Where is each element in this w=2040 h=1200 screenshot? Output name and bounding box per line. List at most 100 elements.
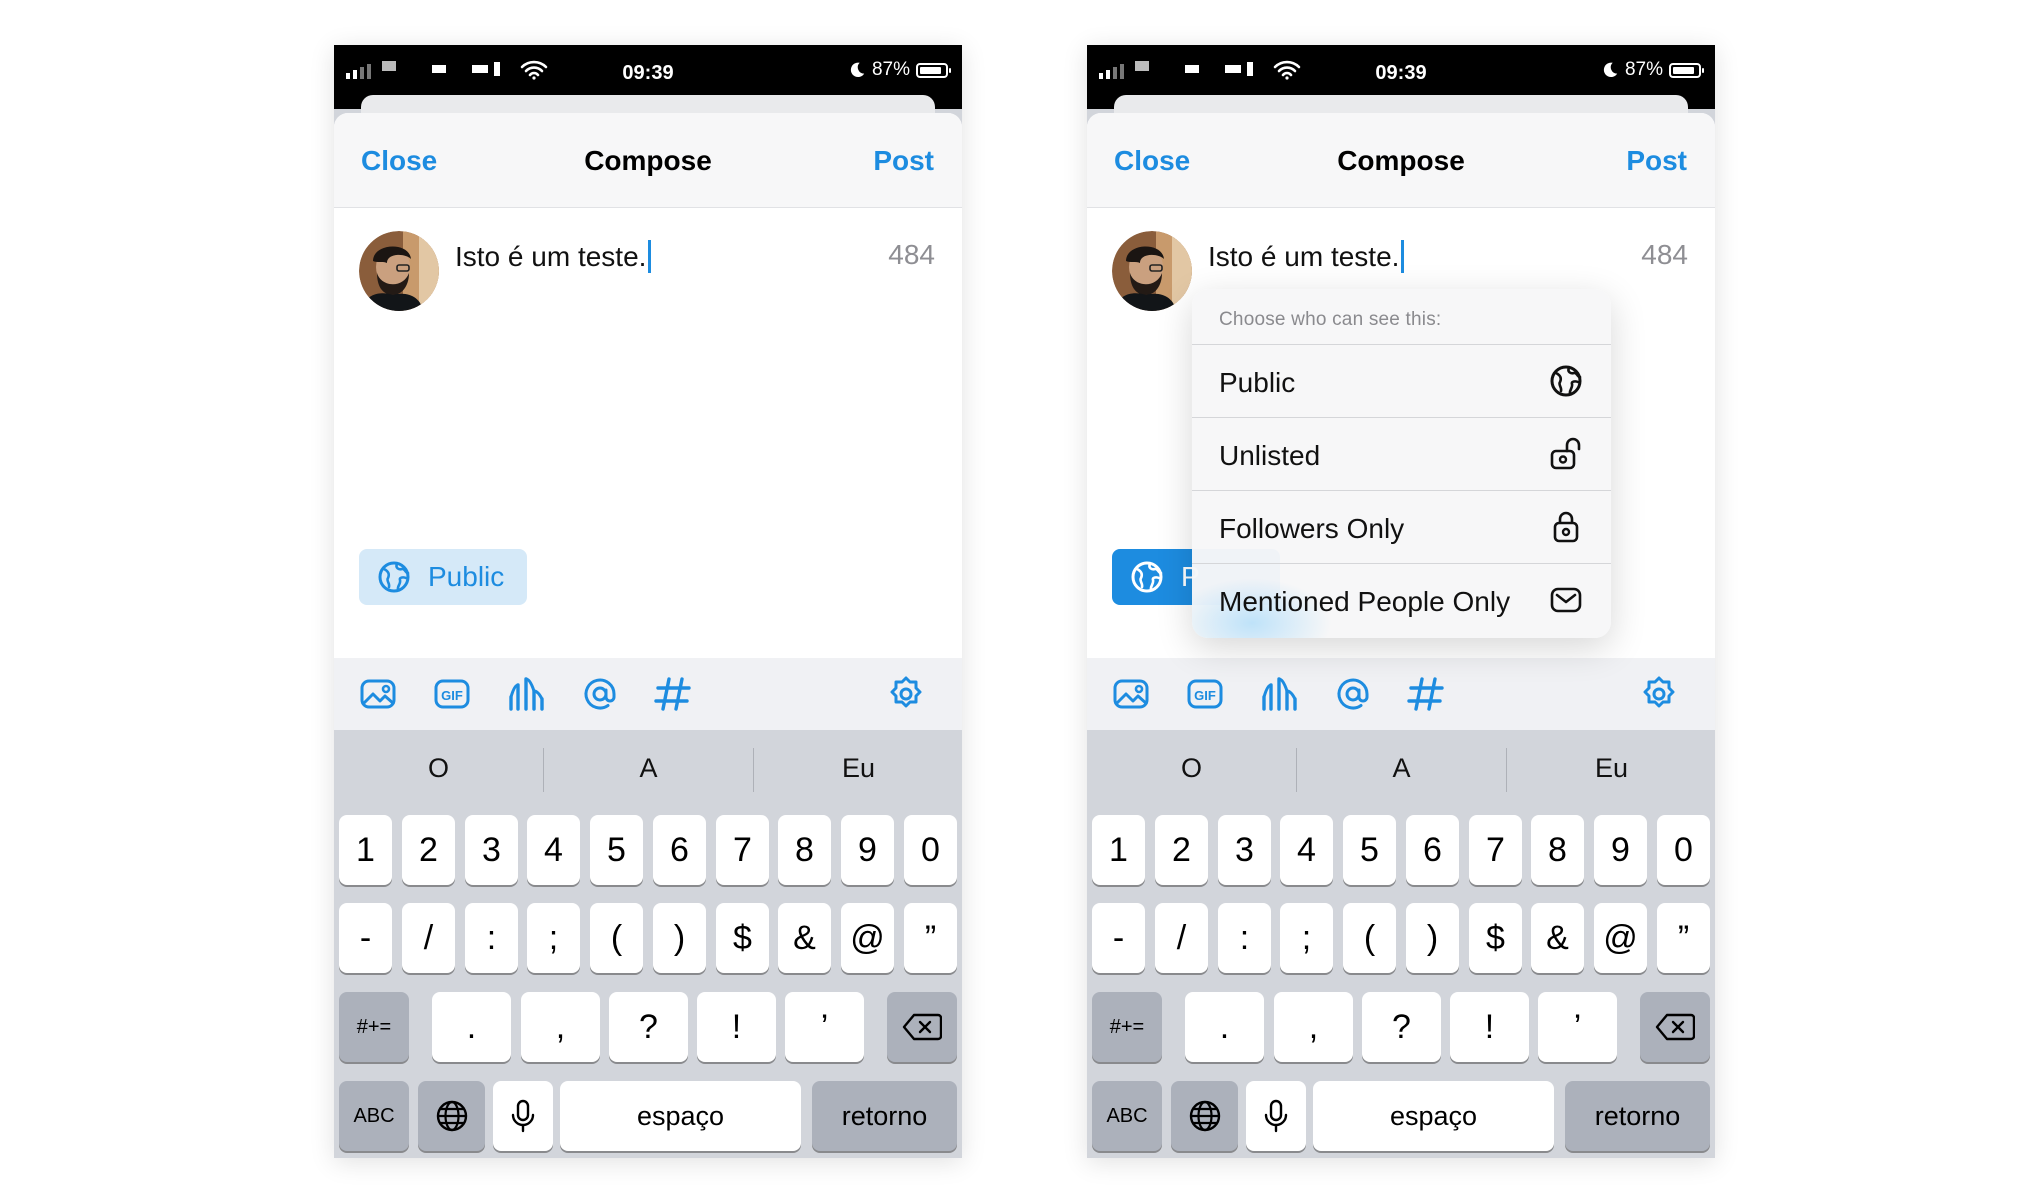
key[interactable]: & xyxy=(1531,903,1584,973)
suggestion-bar: O A Eu xyxy=(334,730,962,814)
key[interactable]: ” xyxy=(904,903,957,973)
key[interactable]: $ xyxy=(1469,903,1522,973)
symbols-key[interactable]: #+= xyxy=(1092,992,1162,1062)
globe-icon xyxy=(376,559,412,595)
visibility-option-unlisted[interactable]: Unlisted xyxy=(1192,417,1611,491)
globe-key[interactable] xyxy=(1171,1081,1238,1151)
key[interactable]: & xyxy=(778,903,831,973)
character-counter: 484 xyxy=(1641,239,1688,270)
compose-textarea[interactable]: Isto é um teste. xyxy=(1208,240,1405,273)
key[interactable]: 2 xyxy=(1155,815,1208,885)
compose-textarea[interactable]: Isto é um teste. xyxy=(455,240,652,273)
space-key[interactable]: espaço xyxy=(560,1081,801,1151)
key[interactable]: - xyxy=(1092,903,1145,973)
settings-icon[interactable] xyxy=(885,673,927,715)
key[interactable]: 6 xyxy=(653,815,706,885)
key[interactable]: 4 xyxy=(1280,815,1333,885)
key[interactable]: @ xyxy=(1594,903,1647,973)
return-key[interactable]: retorno xyxy=(1565,1081,1710,1151)
visibility-button[interactable]: Public xyxy=(359,549,527,605)
key[interactable]: ( xyxy=(1343,903,1396,973)
key[interactable]: : xyxy=(465,903,518,973)
lock-icon xyxy=(1548,509,1584,545)
key[interactable]: 5 xyxy=(1343,815,1396,885)
key[interactable]: , xyxy=(521,992,600,1062)
delete-key[interactable] xyxy=(1640,992,1710,1062)
key[interactable]: $ xyxy=(716,903,769,973)
visibility-option-followers-only[interactable]: Followers Only xyxy=(1192,490,1611,564)
key[interactable]: / xyxy=(402,903,455,973)
hashtag-icon[interactable] xyxy=(1405,673,1447,715)
option-label: Followers Only xyxy=(1219,513,1405,544)
visibility-option-public[interactable]: Public xyxy=(1192,344,1611,418)
key[interactable]: 6 xyxy=(1406,815,1459,885)
visibility-option-mentioned-only[interactable]: Mentioned People Only xyxy=(1192,563,1611,637)
suggestion-item[interactable]: O xyxy=(1087,753,1296,784)
post-button[interactable]: Post xyxy=(1626,145,1687,177)
space-key[interactable]: espaço xyxy=(1313,1081,1554,1151)
gif-icon[interactable] xyxy=(432,673,474,715)
hashtag-icon[interactable] xyxy=(652,673,694,715)
key[interactable]: ( xyxy=(590,903,643,973)
key[interactable]: - xyxy=(339,903,392,973)
key[interactable]: 9 xyxy=(841,815,894,885)
suggestion-item[interactable]: O xyxy=(334,753,543,784)
key[interactable]: 9 xyxy=(1594,815,1647,885)
key[interactable]: 8 xyxy=(778,815,831,885)
suggestion-item[interactable]: A xyxy=(544,753,753,784)
key[interactable]: ) xyxy=(1406,903,1459,973)
key[interactable]: 4 xyxy=(527,815,580,885)
globe-icon xyxy=(1129,559,1165,595)
key[interactable]: : xyxy=(1218,903,1271,973)
suggestion-item[interactable]: Eu xyxy=(754,753,962,784)
abc-key[interactable]: ABC xyxy=(339,1081,409,1151)
key[interactable]: ; xyxy=(1280,903,1333,973)
key[interactable]: 2 xyxy=(402,815,455,885)
key[interactable]: ? xyxy=(609,992,688,1062)
globe-key[interactable] xyxy=(418,1081,485,1151)
abc-key[interactable]: ABC xyxy=(1092,1081,1162,1151)
mention-icon[interactable] xyxy=(1332,673,1374,715)
key[interactable]: ) xyxy=(653,903,706,973)
key[interactable]: 7 xyxy=(716,815,769,885)
settings-icon[interactable] xyxy=(1638,673,1680,715)
key[interactable]: 3 xyxy=(465,815,518,885)
microphone-key[interactable] xyxy=(493,1081,553,1151)
microphone-key[interactable] xyxy=(1246,1081,1306,1151)
key[interactable]: ” xyxy=(1657,903,1710,973)
post-button[interactable]: Post xyxy=(873,145,934,177)
battery-icon xyxy=(1669,62,1704,78)
key[interactable]: @ xyxy=(841,903,894,973)
key[interactable]: / xyxy=(1155,903,1208,973)
key[interactable]: 0 xyxy=(1657,815,1710,885)
page-title: Compose xyxy=(1337,145,1465,176)
key[interactable]: . xyxy=(1185,992,1264,1062)
image-icon[interactable] xyxy=(1111,673,1153,715)
key[interactable]: ; xyxy=(527,903,580,973)
key[interactable]: . xyxy=(432,992,511,1062)
suggestion-item[interactable]: Eu xyxy=(1507,753,1715,784)
return-key[interactable]: retorno xyxy=(812,1081,957,1151)
poll-icon[interactable] xyxy=(505,673,547,715)
key[interactable]: 3 xyxy=(1218,815,1271,885)
suggestion-bar: O A Eu xyxy=(1087,730,1715,814)
gif-icon[interactable] xyxy=(1185,673,1227,715)
key[interactable]: 1 xyxy=(339,815,392,885)
symbols-key[interactable]: #+= xyxy=(339,992,409,1062)
key[interactable]: 5 xyxy=(590,815,643,885)
key[interactable]: ’ xyxy=(1538,992,1617,1062)
image-icon[interactable] xyxy=(358,673,400,715)
poll-icon[interactable] xyxy=(1258,673,1300,715)
mention-icon[interactable] xyxy=(579,673,621,715)
key[interactable]: , xyxy=(1274,992,1353,1062)
key[interactable]: ! xyxy=(1450,992,1529,1062)
key[interactable]: ! xyxy=(697,992,776,1062)
key[interactable]: 0 xyxy=(904,815,957,885)
key[interactable]: 1 xyxy=(1092,815,1145,885)
key[interactable]: ’ xyxy=(785,992,864,1062)
suggestion-item[interactable]: A xyxy=(1297,753,1506,784)
key[interactable]: 8 xyxy=(1531,815,1584,885)
key[interactable]: 7 xyxy=(1469,815,1522,885)
key[interactable]: ? xyxy=(1362,992,1441,1062)
delete-key[interactable] xyxy=(887,992,957,1062)
